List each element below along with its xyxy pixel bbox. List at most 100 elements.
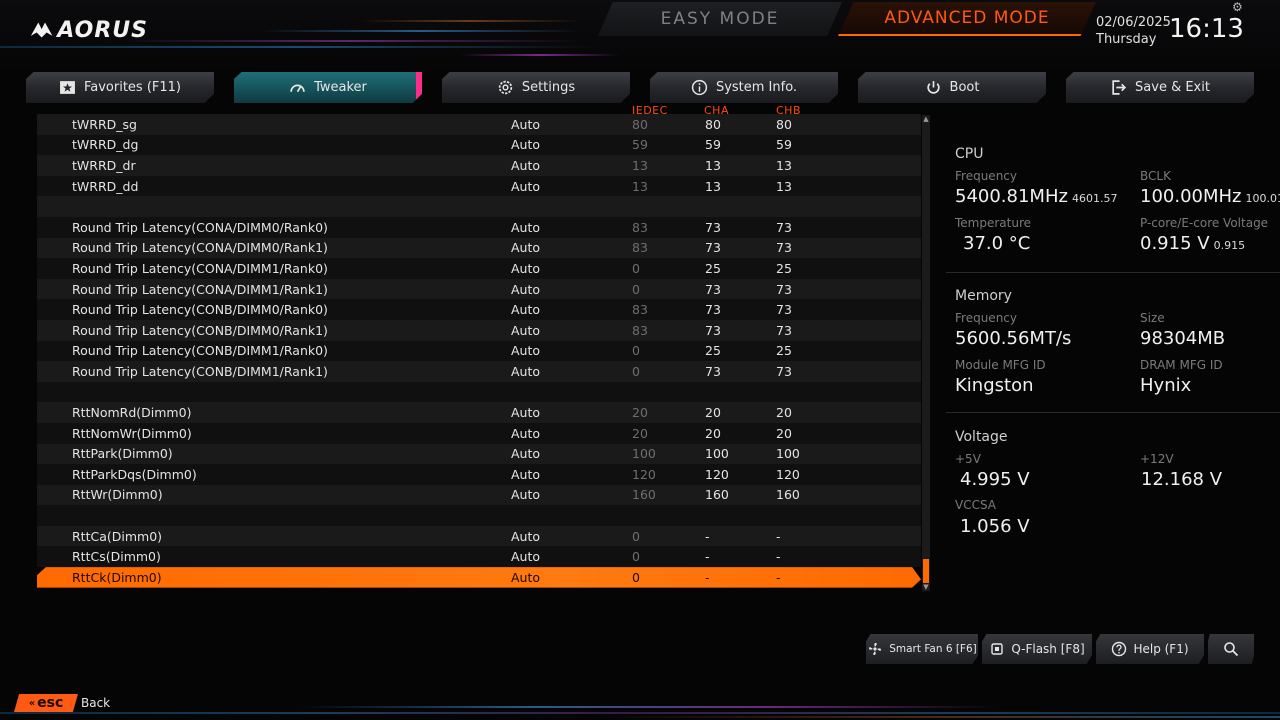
jedec-value: 83 (632, 322, 648, 338)
setting-value: Auto (511, 425, 541, 441)
tab-save-exit[interactable]: Save & Exit (1066, 72, 1254, 103)
v5-label: +5V (955, 452, 981, 466)
setting-value: Auto (511, 343, 541, 359)
search-button[interactable] (1208, 634, 1254, 664)
setting-value: Auto (511, 281, 541, 297)
core-voltage-sub: 0.915 (1213, 239, 1246, 252)
chevron-left-icon: « (28, 697, 36, 709)
settings-gear-icon[interactable]: ⚙ (1232, 0, 1243, 14)
v12-value: 12.168 V (1141, 469, 1223, 490)
jedec-value: 0 (632, 569, 640, 585)
cpu-freq-value: 5400.81MHz (955, 186, 1068, 207)
setting-name: RttCs(Dimm0) (72, 549, 161, 565)
scroll-thumb[interactable] (923, 559, 929, 583)
help-icon (1112, 641, 1127, 657)
help-label: Help (F1) (1133, 642, 1189, 656)
table-row[interactable]: RttParkDqs(Dimm0) Auto 120 120 120 (37, 464, 921, 485)
setting-name: Round Trip Latency(CONA/DIMM0/Rank1) (72, 240, 328, 256)
jedec-value: 13 (632, 178, 648, 194)
tab-tweaker[interactable]: Tweaker (234, 72, 422, 103)
setting-name: Round Trip Latency(CONA/DIMM0/Rank0) (72, 219, 328, 235)
tab-system-info-label: System Info. (715, 80, 798, 95)
table-row[interactable]: RttNomRd(Dimm0) Auto 20 20 20 (37, 402, 921, 423)
cha-value: 100 (705, 446, 729, 462)
tab-boot[interactable]: Boot (858, 72, 1046, 103)
mem-freq-value: 5600.56MT/s (955, 328, 1072, 349)
advanced-mode-button[interactable]: ADVANCED MODE (838, 2, 1096, 36)
table-row[interactable]: RttNomWr(Dimm0) Auto 20 20 20 (37, 422, 921, 444)
table-scrollbar[interactable]: ▲ ▼ (922, 115, 930, 591)
setting-value: Auto (511, 116, 541, 132)
setting-name: RttWr(Dimm0) (72, 487, 163, 503)
setting-name: tWRRD_dg (72, 137, 139, 153)
cha-value: 59 (705, 137, 721, 153)
setting-value: Auto (511, 157, 541, 173)
table-row[interactable]: RttCa(Dimm0) Auto 0 - - (37, 525, 921, 547)
aorus-logo: AORUS (30, 16, 148, 44)
setting-name: Round Trip Latency(CONB/DIMM1/Rank1) (72, 363, 328, 379)
chb-value: 20 (776, 405, 792, 421)
chip-icon (991, 643, 1004, 655)
table-row[interactable]: tWRRD_dg Auto 59 59 59 (37, 134, 921, 156)
table-row[interactable]: Round Trip Latency(CONB/DIMM1/Rank0) Auto… (37, 340, 921, 362)
cha-value: - (705, 569, 710, 585)
tab-favorites[interactable]: Favorites (F11) (26, 72, 214, 103)
chb-value: 13 (776, 157, 792, 173)
chb-value: 73 (776, 281, 792, 297)
core-voltage: 0.915 V 0.915 (1140, 233, 1245, 254)
v5-value: 4.995 V (960, 469, 1030, 490)
tab-settings[interactable]: Settings (442, 72, 630, 103)
cpu-freq: 5400.81MHz 4601.57 (955, 186, 1117, 207)
scroll-down-icon[interactable]: ▼ (922, 583, 930, 591)
table-row[interactable]: tWRRD_dd Auto 13 13 13 (37, 175, 921, 197)
cha-value: 25 (705, 343, 721, 359)
setting-value: Auto (511, 487, 541, 503)
clock: 16:13 (1169, 14, 1244, 44)
table-row[interactable]: RttWr(Dimm0) Auto 160 160 160 (37, 484, 921, 506)
table-row[interactable]: Round Trip Latency(CONA/DIMM1/Rank1) Auto… (37, 278, 921, 300)
table-row[interactable]: RttPark(Dimm0) Auto 100 100 100 (37, 443, 921, 465)
chb-value: 160 (776, 487, 800, 503)
tab-active-accent (416, 72, 422, 103)
mem-size-label: Size (1140, 311, 1165, 325)
jedec-value: 0 (632, 260, 640, 276)
advanced-mode-label: ADVANCED MODE (884, 8, 1050, 28)
table-row[interactable]: RttCs(Dimm0) Auto 0 - - (37, 546, 921, 568)
setting-value: Auto (511, 302, 541, 318)
cha-value: 73 (705, 322, 721, 338)
scroll-up-icon[interactable]: ▲ (922, 115, 930, 123)
cpu-temp-value: 37.0 °C (963, 233, 1031, 254)
dram-mfg-label: DRAM MFG ID (1140, 358, 1223, 372)
star-icon (60, 81, 75, 94)
setting-value: Auto (511, 569, 541, 585)
table-row[interactable]: Round Trip Latency(CONA/DIMM0/Rank0) Auto… (37, 216, 921, 238)
table-row[interactable]: Round Trip Latency(CONA/DIMM1/Rank0) Auto… (37, 258, 921, 279)
setting-name: RttPark(Dimm0) (72, 446, 173, 462)
smart-fan-button[interactable]: Smart Fan 6 [F6] (866, 634, 978, 664)
table-row[interactable]: Round Trip Latency(CONB/DIMM1/Rank1) Auto… (37, 361, 921, 382)
table-row[interactable]: Round Trip Latency(CONB/DIMM0/Rank0) Auto… (37, 299, 921, 320)
setting-name: RttParkDqs(Dimm0) (72, 466, 197, 482)
jedec-value: 83 (632, 219, 648, 235)
setting-value: Auto (511, 219, 541, 235)
jedec-value: 0 (632, 549, 640, 565)
cpu-temp-label: Temperature (955, 216, 1032, 230)
jedec-value: 100 (632, 446, 656, 462)
help-button[interactable]: Help (F1) (1096, 634, 1204, 664)
mem-size-value: 98304MB (1140, 328, 1226, 349)
setting-name: RttCa(Dimm0) (72, 528, 163, 544)
esc-button[interactable]: « esc (14, 694, 78, 712)
table-row[interactable]: Round Trip Latency(CONA/DIMM0/Rank1) Auto… (37, 237, 921, 259)
table-row[interactable]: tWRRD_sg Auto 80 80 80 (37, 114, 921, 135)
jedec-value: 120 (632, 466, 656, 482)
q-flash-button[interactable]: Q-Flash [F8] (982, 634, 1092, 664)
easy-mode-button[interactable]: EASY MODE (598, 2, 842, 36)
tab-system-info[interactable]: System Info. (650, 72, 838, 103)
table-row[interactable]: Round Trip Latency(CONB/DIMM0/Rank1) Auto… (37, 319, 921, 341)
chb-value: - (776, 549, 781, 565)
module-mfg-label: Module MFG ID (955, 358, 1046, 372)
table-row[interactable]: RttCk(Dimm0) Auto 0 - - (37, 567, 921, 588)
table-row[interactable]: tWRRD_dr Auto 13 13 13 (37, 155, 921, 176)
setting-value: Auto (511, 137, 541, 153)
bottom-decoration (0, 690, 1280, 720)
